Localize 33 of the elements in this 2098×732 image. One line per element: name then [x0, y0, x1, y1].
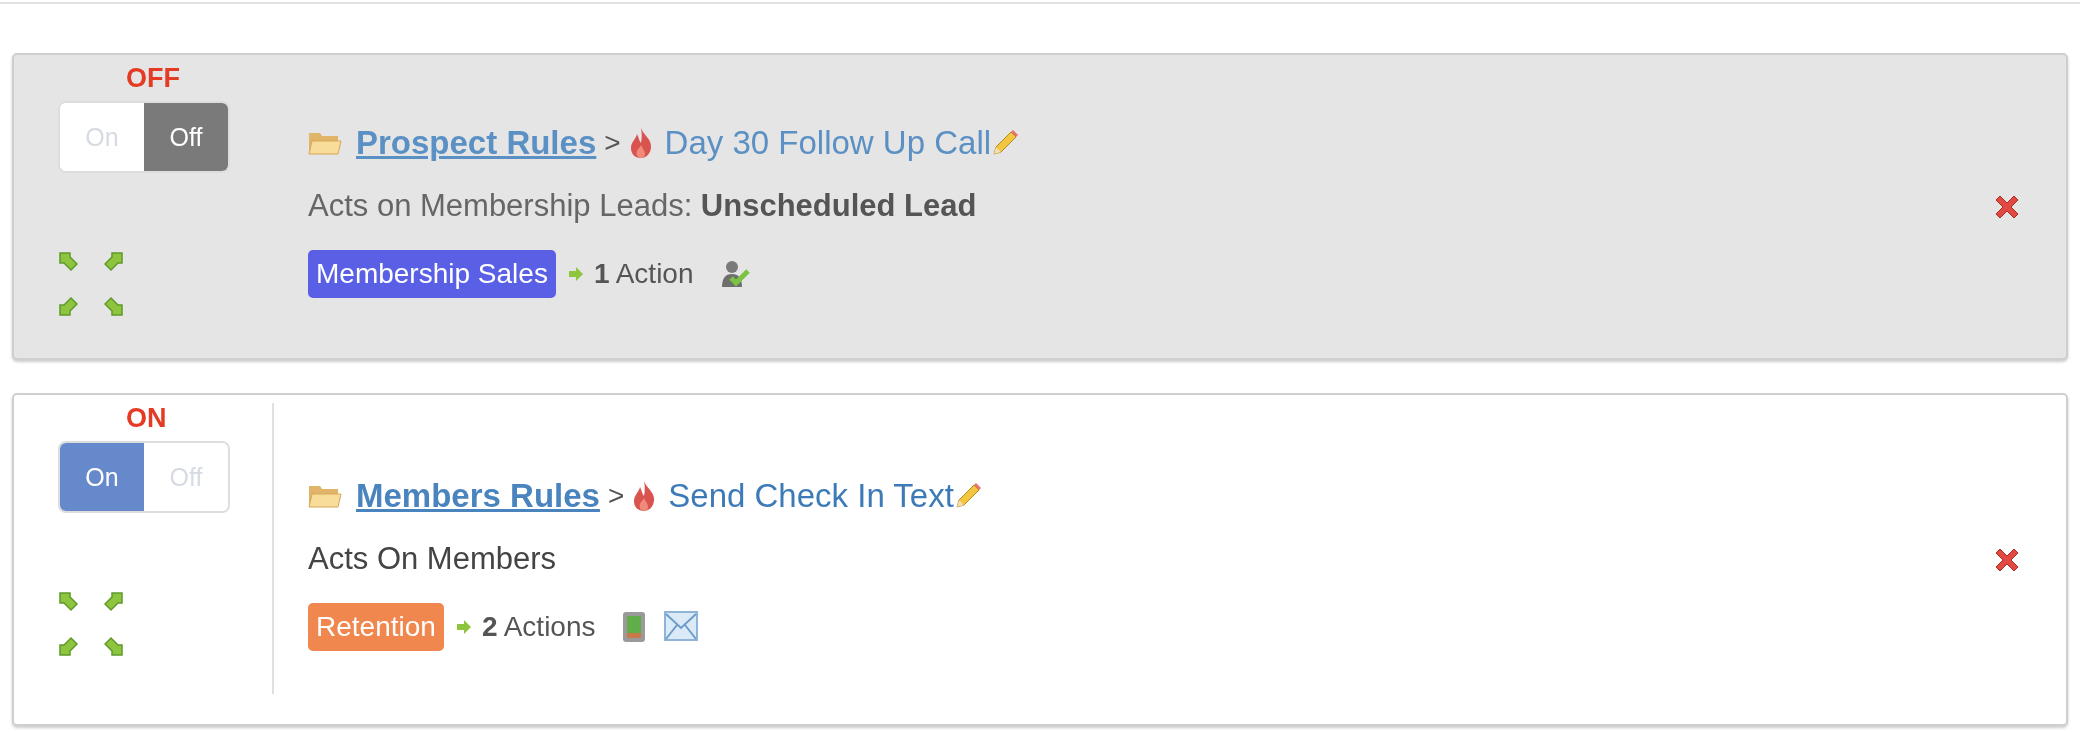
flame-icon [632, 479, 657, 512]
user-check-icon [719, 258, 750, 289]
arrow-icon[interactable] [104, 635, 126, 657]
rule-name-link[interactable]: Day 30 Follow Up Call [664, 123, 992, 162]
arrow-icon[interactable] [104, 251, 126, 273]
arrow-icon [455, 618, 472, 635]
arrow-icon[interactable] [58, 635, 80, 657]
arrow-icon [567, 265, 584, 282]
rule-name-link[interactable]: Send Check In Text [668, 476, 954, 515]
phone-icon [621, 610, 646, 643]
arrow-icon[interactable] [104, 591, 126, 613]
category-tag: Membership Sales [308, 249, 556, 298]
folder-link[interactable]: Members Rules [356, 476, 600, 515]
toggle-option[interactable]: On [60, 443, 144, 511]
category-tag: Retention [308, 602, 444, 651]
status-label: OFF [126, 63, 180, 93]
breadcrumb-separator: > [604, 126, 621, 159]
pencil-icon[interactable] [953, 481, 982, 510]
action-count: 2 Actions [481, 610, 596, 643]
arrow-icon[interactable] [58, 295, 80, 317]
email-icon [663, 610, 698, 641]
arrow-icon[interactable] [58, 591, 80, 613]
rule-description: Acts on Membership Leads: Unscheduled Lead [308, 187, 978, 224]
status-label: ON [126, 403, 167, 433]
arrow-icon[interactable] [104, 295, 126, 317]
flame-icon [628, 126, 653, 159]
rule-description: Acts On Members [308, 540, 558, 577]
breadcrumb-separator: > [607, 479, 625, 512]
pencil-icon[interactable] [991, 128, 1020, 157]
arrow-icon[interactable] [58, 251, 80, 273]
folder-link[interactable]: Prospect Rules [356, 123, 597, 162]
toggle-option[interactable]: Off [144, 103, 228, 171]
action-count: 1 Action [593, 257, 694, 290]
